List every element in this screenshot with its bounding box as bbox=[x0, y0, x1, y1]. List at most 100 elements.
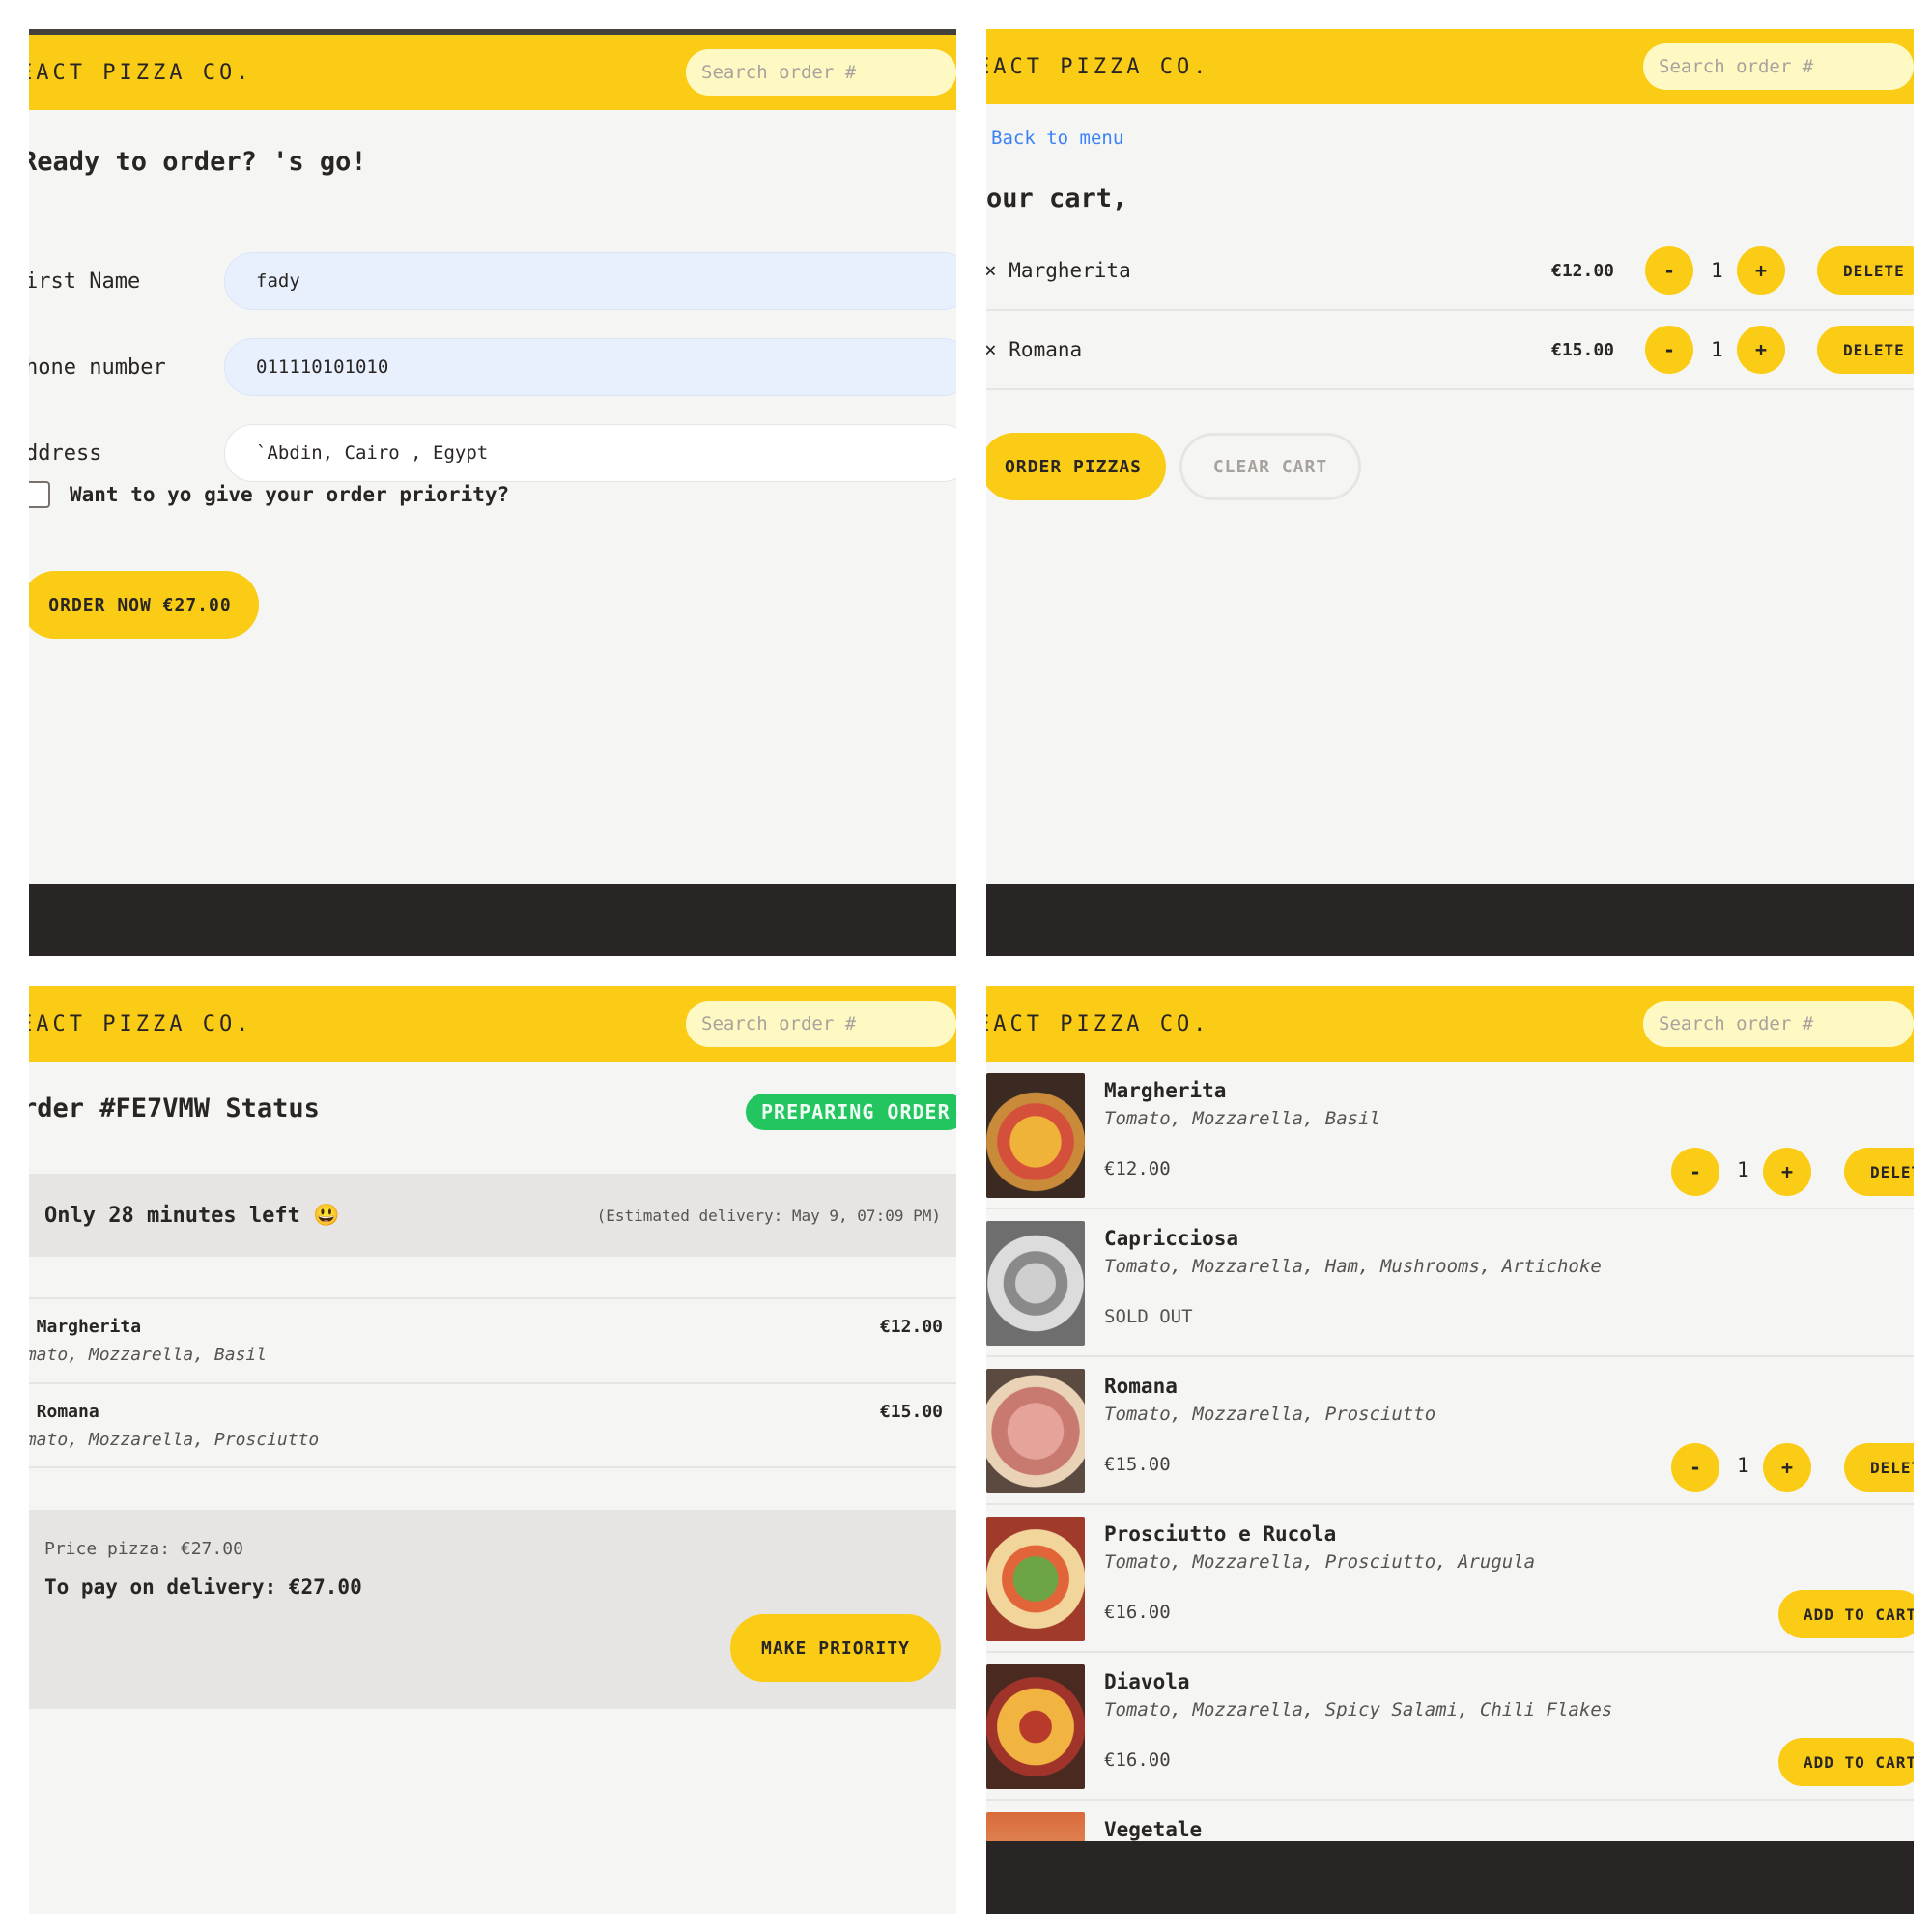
menu-item-name: Capricciosa bbox=[1104, 1227, 1239, 1250]
search-order-input[interactable] bbox=[686, 49, 956, 96]
add-to-cart-button[interactable]: ADD TO CART bbox=[1778, 1590, 1914, 1638]
cart-item: × Romana €15.00 - 1 + DELETE bbox=[986, 311, 1914, 390]
footer bbox=[29, 884, 956, 956]
order-status-panel: EACT PIZZA CO. rder #FE7VMW Status PREPA… bbox=[29, 986, 956, 1914]
increase-quantity-button[interactable]: + bbox=[1763, 1148, 1811, 1196]
quantity-value: 1 bbox=[1711, 338, 1723, 361]
pizza-image bbox=[986, 1073, 1085, 1198]
divider bbox=[29, 1297, 956, 1299]
menu-item-ingredients: Tomato, Mozzarella, Prosciutto bbox=[1104, 1404, 1436, 1425]
increase-quantity-button[interactable]: + bbox=[1737, 326, 1785, 374]
menu-item-price: €16.00 bbox=[1104, 1602, 1171, 1623]
logo[interactable]: EACT PIZZA CO. bbox=[986, 55, 1209, 79]
to-pay-on-delivery: To pay on delivery: €27.00 bbox=[44, 1576, 362, 1599]
order-item: × Margherita omato, Mozzarella, Basil €1… bbox=[29, 1317, 956, 1365]
logo[interactable]: EACT PIZZA CO. bbox=[29, 61, 252, 85]
menu-item-ingredients: Tomato, Mozzarella, Basil bbox=[1104, 1108, 1380, 1129]
order-form-panel: EACT PIZZA CO. Ready to order? 's go! ir… bbox=[29, 29, 956, 956]
quantity-value: 1 bbox=[1711, 259, 1723, 282]
make-priority-button[interactable]: MAKE PRIORITY bbox=[730, 1614, 941, 1682]
menu-item-name: Margherita bbox=[1104, 1079, 1227, 1102]
delete-item-button[interactable]: DELETE bbox=[1844, 1443, 1914, 1492]
app-header: EACT PIZZA CO. bbox=[29, 986, 956, 1062]
pizza-image bbox=[986, 1221, 1085, 1346]
estimated-delivery: (Estimated delivery: May 9, 07:09 PM) bbox=[596, 1206, 941, 1225]
first-name-label: irst Name bbox=[29, 269, 141, 294]
cart-title: our cart, bbox=[986, 184, 1128, 213]
increase-quantity-button[interactable]: + bbox=[1737, 246, 1785, 295]
phone-row: hone number 011110101010 bbox=[29, 337, 956, 397]
order-item-ingredients: omato, Mozzarella, Basil bbox=[29, 1345, 268, 1365]
phone-field[interactable]: 011110101010 bbox=[224, 338, 956, 396]
decrease-quantity-button[interactable]: - bbox=[1671, 1443, 1719, 1492]
address-field[interactable]: `Abdin, Cairo , Egypt bbox=[224, 424, 956, 482]
menu-item-ingredients: Tomato, Mozzarella, Ham, Mushrooms, Arti… bbox=[1104, 1256, 1602, 1277]
first-name-field[interactable]: fady bbox=[224, 252, 956, 310]
cart-item-price: €15.00 bbox=[1551, 339, 1615, 360]
decrease-quantity-button[interactable]: - bbox=[1645, 246, 1693, 295]
order-now-button[interactable]: ORDER NOW €27.00 bbox=[29, 571, 259, 639]
time-left: Only 28 minutes left 😃 bbox=[44, 1203, 340, 1228]
cart-item: × Margherita €12.00 - 1 + DELETE bbox=[986, 232, 1914, 311]
menu-item-ingredients: Tomato, Mozzarella, Spicy Salami, Chili … bbox=[1104, 1699, 1613, 1720]
add-to-cart-button[interactable]: ADD TO CART bbox=[1778, 1738, 1914, 1786]
delete-item-button[interactable]: DELETE bbox=[1817, 326, 1914, 374]
menu-item: Romana Tomato, Mozzarella, Prosciutto €1… bbox=[986, 1357, 1914, 1505]
cart-panel: EACT PIZZA CO. Back to menu our cart, × … bbox=[986, 29, 1914, 956]
footer bbox=[986, 1841, 1914, 1914]
search-order-input[interactable] bbox=[686, 1001, 956, 1047]
phone-label: hone number bbox=[29, 355, 166, 380]
menu-item: Prosciutto e Rucola Tomato, Mozzarella, … bbox=[986, 1505, 1914, 1653]
pizza-image bbox=[986, 1517, 1085, 1641]
menu-item-name: Romana bbox=[1104, 1375, 1178, 1398]
order-item-price: €12.00 bbox=[879, 1317, 943, 1337]
cart-item-name: × Margherita bbox=[986, 259, 1131, 282]
menu-item-ingredients: Tomato, Mozzarella, Prosciutto, Arugula bbox=[1104, 1551, 1536, 1573]
back-to-menu-link[interactable]: Back to menu bbox=[991, 128, 1123, 149]
cart-item-name: × Romana bbox=[986, 338, 1083, 361]
delete-item-button[interactable]: DELETE bbox=[1817, 246, 1914, 295]
logo[interactable]: EACT PIZZA CO. bbox=[986, 1012, 1209, 1037]
priority-row: Want to yo give your order priority? bbox=[29, 481, 509, 508]
priority-label: Want to yo give your order priority? bbox=[70, 483, 510, 506]
divider bbox=[29, 1382, 956, 1384]
menu-item: Capricciosa Tomato, Mozzarella, Ham, Mus… bbox=[986, 1209, 1914, 1357]
page-title: Ready to order? 's go! bbox=[29, 147, 367, 177]
sold-out-label: SOLD OUT bbox=[1104, 1306, 1193, 1327]
menu-item: Margherita Tomato, Mozzarella, Basil €12… bbox=[986, 1062, 1914, 1209]
menu-item: Diavola Tomato, Mozzarella, Spicy Salami… bbox=[986, 1653, 1914, 1801]
order-item-name: × Margherita bbox=[29, 1317, 142, 1337]
decrease-quantity-button[interactable]: - bbox=[1671, 1148, 1719, 1196]
eta-box: Only 28 minutes left 😃 (Estimated delive… bbox=[29, 1174, 956, 1257]
menu-item-name: Vegetale bbox=[1104, 1818, 1203, 1841]
priority-checkbox[interactable] bbox=[29, 481, 50, 508]
pizza-image bbox=[986, 1369, 1085, 1493]
address-label: ddress bbox=[29, 440, 102, 466]
price-pizza: Price pizza: €27.00 bbox=[44, 1539, 243, 1559]
menu-item-name: Prosciutto e Rucola bbox=[1104, 1522, 1337, 1546]
clear-cart-button[interactable]: CLEAR CART bbox=[1179, 433, 1361, 500]
status-badge: PREPARING ORDER bbox=[746, 1094, 956, 1130]
menu-item-name: Diavola bbox=[1104, 1670, 1190, 1693]
pizza-image bbox=[986, 1664, 1085, 1789]
increase-quantity-button[interactable]: + bbox=[1763, 1443, 1811, 1492]
app-header: EACT PIZZA CO. bbox=[986, 986, 1914, 1062]
quantity-value: 1 bbox=[1737, 1454, 1749, 1477]
divider bbox=[29, 1466, 956, 1468]
order-item: × Romana omato, Mozzarella, Prosciutto €… bbox=[29, 1402, 956, 1450]
footer bbox=[986, 884, 1914, 956]
search-order-input[interactable] bbox=[1643, 43, 1914, 90]
search-order-input[interactable] bbox=[1643, 1001, 1914, 1047]
menu-panel: EACT PIZZA CO. Margherita Tomato, Mozzar… bbox=[986, 986, 1914, 1914]
cart-item-price: €12.00 bbox=[1551, 260, 1615, 281]
quantity-value: 1 bbox=[1737, 1158, 1749, 1181]
order-item-name: × Romana bbox=[29, 1402, 99, 1422]
order-pizzas-button[interactable]: ORDER PIZZAS bbox=[986, 433, 1166, 500]
decrease-quantity-button[interactable]: - bbox=[1645, 326, 1693, 374]
menu-item-price: €16.00 bbox=[1104, 1749, 1171, 1771]
delete-item-button[interactable]: DELETE bbox=[1844, 1148, 1914, 1196]
order-item-price: €15.00 bbox=[879, 1402, 943, 1422]
first-name-row: irst Name fady bbox=[29, 251, 956, 311]
order-item-ingredients: omato, Mozzarella, Prosciutto bbox=[29, 1430, 320, 1450]
logo[interactable]: EACT PIZZA CO. bbox=[29, 1012, 252, 1037]
